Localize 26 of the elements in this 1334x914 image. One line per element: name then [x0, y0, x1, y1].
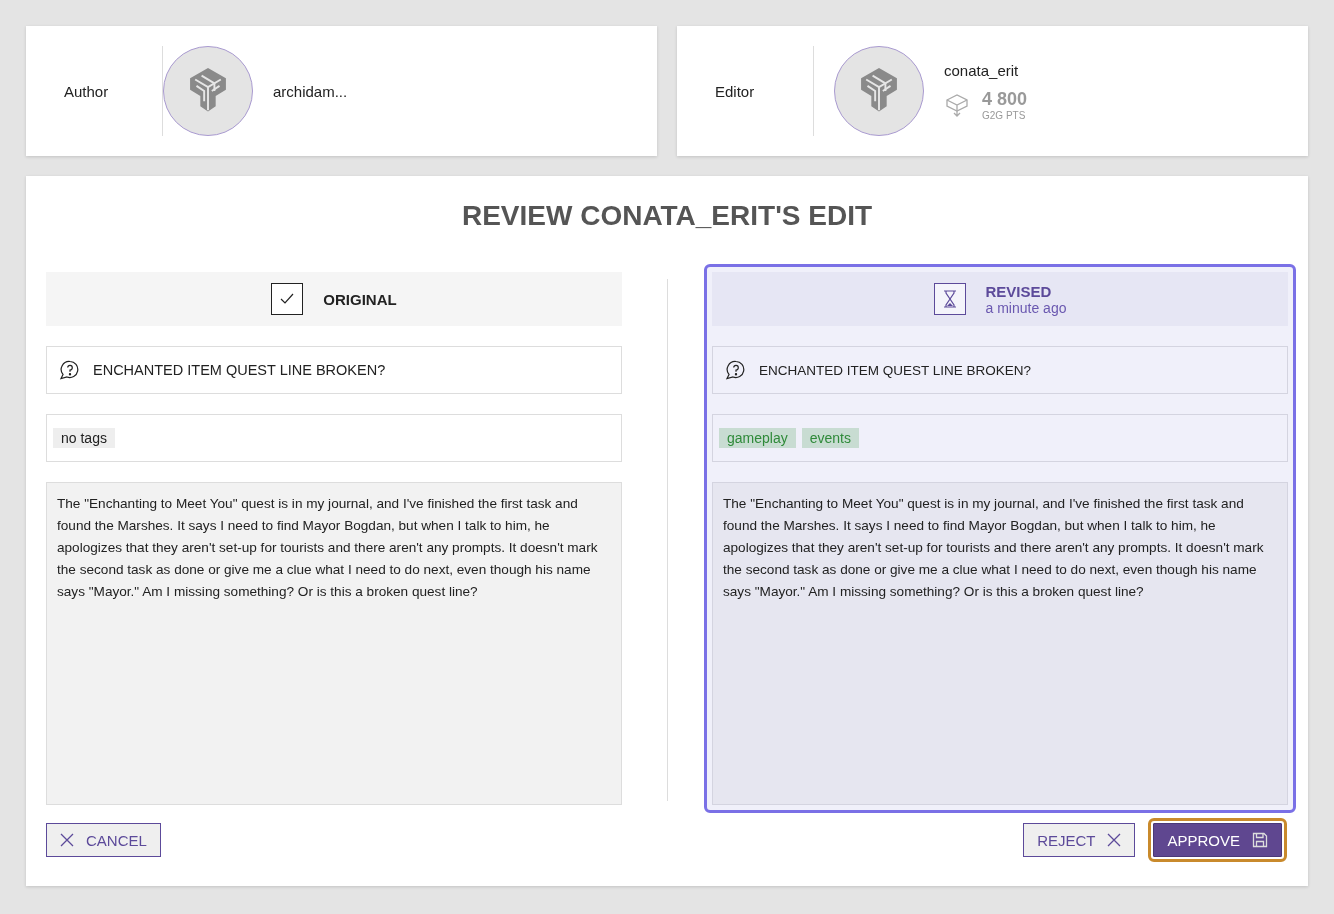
check-icon	[271, 283, 304, 315]
question-title: ENCHANTED ITEM QUEST LINE BROKEN?	[759, 362, 1032, 378]
version-label: REVISED	[985, 282, 1053, 300]
page-title: REVIEW CONATA_ERIT'S EDIT	[460, 200, 874, 233]
question-title: ENCHANTED ITEM QUEST LINE BROKEN?	[93, 362, 386, 378]
tag-chip: events	[801, 428, 859, 448]
save-icon	[1252, 832, 1268, 848]
close-icon	[60, 833, 74, 847]
empty-tags-label: no tags	[53, 428, 115, 448]
tag-chip: gameplay	[719, 428, 796, 448]
user-name[interactable]: conata_erit	[944, 61, 1028, 79]
role-label: Author	[63, 82, 110, 100]
hourglass-icon	[933, 283, 966, 315]
user-name[interactable]: archidam...	[273, 82, 348, 100]
question-body: The "Enchanting to Meet You" quest is in my journal, and I've finished the first task and found the Marshes. It says I need to find Mayor Bogdan, but when I talk to him, he apologizes that they aren't set-up for tourists and there aren't any prompts. It doesn't mark the second task as done or give me a clue what I need to do next, even though his name says "Mayor." Am I missing something? Or is this a broken quest line?	[46, 482, 622, 805]
question-body: The "Enchanting to Meet You" quest is in my journal, and I've finished the first task and found the Marshes. It says I need to find Mayor Bogdan, but when I talk to him, he apologizes that they aren't set-up for tourists and there aren't any prompts. It doesn't mark the second task as done or give me a clue what I need to do next, even though his name says "Mayor." Am I missing something? Or is this a broken quest line?	[712, 482, 1288, 805]
reject-button[interactable]: REJECT	[1023, 823, 1136, 857]
question-bubble-icon	[59, 360, 81, 380]
role-label: Editor	[714, 82, 756, 100]
question-bubble-icon	[725, 360, 747, 380]
close-icon	[1107, 833, 1122, 847]
edit-time: a minute ago	[985, 299, 1067, 316]
points-value: 4 800	[982, 88, 1028, 110]
points-unit: G2G PTS	[982, 109, 1027, 121]
version-label: ORIGINAL	[323, 290, 397, 308]
cancel-button[interactable]: CANCEL	[46, 823, 161, 857]
